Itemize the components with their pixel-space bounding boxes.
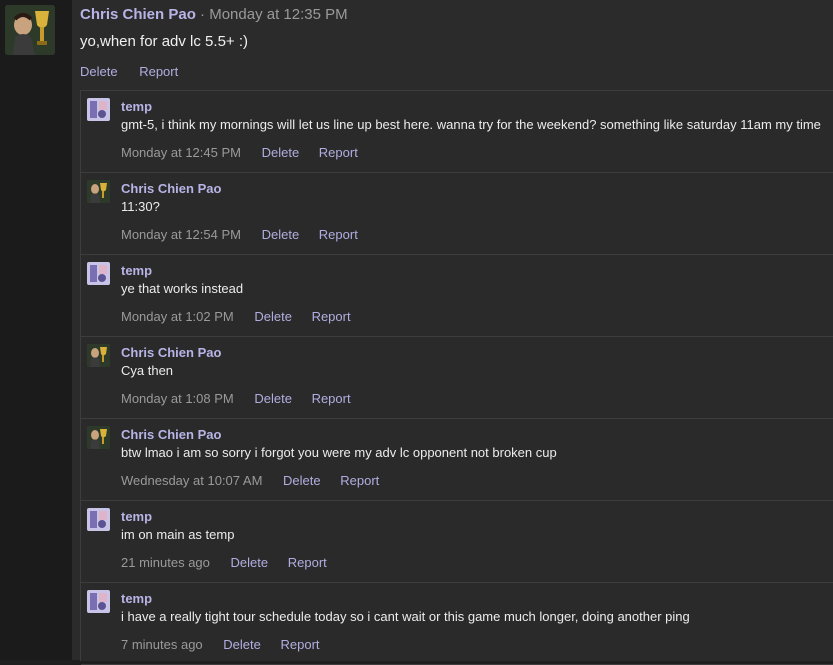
- delete-button[interactable]: Delete: [254, 391, 292, 406]
- reply-body: im on main as temp: [121, 527, 235, 542]
- avatar[interactable]: [87, 344, 110, 367]
- reply-meta: Monday at 1:02 PM Delete Report: [121, 309, 367, 324]
- temp-avatar-icon: [87, 590, 110, 613]
- reply-timestamp[interactable]: Wednesday at 10:07 AM: [121, 473, 262, 488]
- temp-avatar-icon: [87, 508, 110, 531]
- list-item: temp ye that works instead Monday at 1:0…: [81, 255, 833, 337]
- reply-timestamp[interactable]: 21 minutes ago: [121, 555, 210, 570]
- list-item: temp gmt-5, i think my mornings will let…: [81, 91, 833, 173]
- reply-timestamp[interactable]: Monday at 12:45 PM: [121, 145, 241, 160]
- report-button[interactable]: Report: [281, 637, 320, 652]
- reply-meta: 21 minutes ago Delete Report: [121, 555, 343, 570]
- report-button[interactable]: Report: [340, 473, 379, 488]
- reply-author[interactable]: Chris Chien Pao: [121, 181, 221, 196]
- delete-button[interactable]: Delete: [254, 309, 292, 324]
- report-button[interactable]: Report: [319, 145, 358, 160]
- list-item: temp im on main as temp 21 minutes ago D…: [81, 501, 833, 583]
- delete-button[interactable]: Delete: [262, 145, 300, 160]
- post-header: Chris Chien Pao · Monday at 12:35 PM: [80, 6, 348, 23]
- reply-meta: Monday at 1:08 PM Delete Report: [121, 391, 367, 406]
- trophy-avatar-icon: [87, 426, 110, 449]
- reply-timestamp[interactable]: Monday at 1:02 PM: [121, 309, 234, 324]
- trophy-avatar-icon: [87, 344, 110, 367]
- reply-body: ye that works instead: [121, 281, 244, 296]
- avatar[interactable]: [87, 590, 110, 613]
- reply-body: Cya then: [121, 363, 174, 378]
- reply-author[interactable]: temp: [121, 263, 152, 278]
- post-author[interactable]: Chris Chien Pao: [80, 6, 196, 23]
- reply-meta: Monday at 12:45 PM Delete Report: [121, 145, 374, 160]
- trophy-avatar-icon: [5, 5, 55, 55]
- report-button[interactable]: Report: [312, 391, 351, 406]
- replies-list: temp gmt-5, i think my mornings will let…: [80, 90, 833, 665]
- left-gutter: [0, 0, 72, 660]
- avatar[interactable]: [87, 98, 110, 121]
- temp-avatar-icon: [87, 98, 110, 121]
- temp-avatar-icon: [87, 262, 110, 285]
- avatar[interactable]: [87, 426, 110, 449]
- trophy-avatar-icon: [87, 180, 110, 203]
- avatar[interactable]: [87, 180, 110, 203]
- reply-author[interactable]: Chris Chien Pao: [121, 427, 221, 442]
- reply-body: 11:30?: [121, 199, 160, 214]
- reply-meta: Wednesday at 10:07 AM Delete Report: [121, 473, 395, 488]
- delete-button[interactable]: Delete: [231, 555, 269, 570]
- reply-meta: Monday at 12:54 PM Delete Report: [121, 227, 374, 242]
- avatar[interactable]: [87, 262, 110, 285]
- list-item: Chris Chien Pao Cya then Monday at 1:08 …: [81, 337, 833, 419]
- reply-meta: 7 minutes ago Delete Report: [121, 637, 336, 652]
- reply-timestamp[interactable]: 7 minutes ago: [121, 637, 203, 652]
- list-item: Chris Chien Pao btw lmao i am so sorry i…: [81, 419, 833, 501]
- reply-timestamp[interactable]: Monday at 1:08 PM: [121, 391, 234, 406]
- report-button[interactable]: Report: [288, 555, 327, 570]
- delete-button[interactable]: Delete: [262, 227, 300, 242]
- reply-author[interactable]: temp: [121, 509, 152, 524]
- delete-button[interactable]: Delete: [80, 64, 118, 79]
- avatar[interactable]: [5, 5, 55, 55]
- report-button[interactable]: Report: [312, 309, 351, 324]
- reply-body: gmt-5, i think my mornings will let us l…: [121, 117, 821, 132]
- delete-button[interactable]: Delete: [283, 473, 321, 488]
- avatar[interactable]: [87, 508, 110, 531]
- reply-timestamp[interactable]: Monday at 12:54 PM: [121, 227, 241, 242]
- post-actions: Delete Report: [80, 64, 196, 79]
- report-button[interactable]: Report: [139, 64, 178, 79]
- list-item: temp i have a really tight tour schedule…: [81, 583, 833, 665]
- reply-body: i have a really tight tour schedule toda…: [121, 609, 690, 624]
- list-item: Chris Chien Pao 11:30? Monday at 12:54 P…: [81, 173, 833, 255]
- reply-body: btw lmao i am so sorry i forgot you were…: [121, 445, 557, 460]
- reply-author[interactable]: temp: [121, 99, 152, 114]
- reply-author[interactable]: Chris Chien Pao: [121, 345, 221, 360]
- post-timestamp[interactable]: Monday at 12:35 PM: [209, 6, 347, 23]
- meta-separator: ·: [200, 6, 206, 23]
- post-body: yo,when for adv lc 5.5+ :): [80, 33, 249, 50]
- reply-author[interactable]: temp: [121, 591, 152, 606]
- report-button[interactable]: Report: [319, 227, 358, 242]
- delete-button[interactable]: Delete: [223, 637, 261, 652]
